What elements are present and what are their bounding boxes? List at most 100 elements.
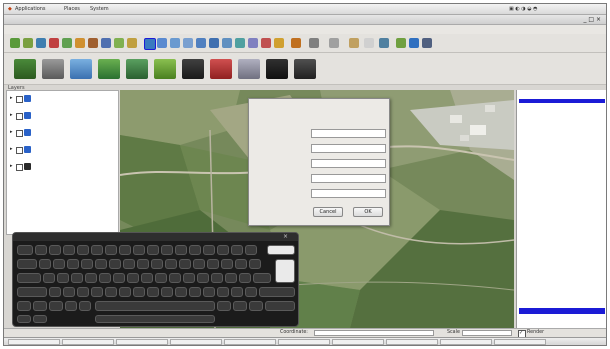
taskbar-item[interactable]: [170, 339, 222, 345]
keyboard-key[interactable]: [231, 287, 243, 297]
tent-icon[interactable]: [182, 59, 204, 79]
keyboard-key[interactable]: [197, 273, 209, 283]
keyboard-key[interactable]: [85, 273, 97, 283]
keyboard-key[interactable]: [147, 287, 159, 297]
camera-icon[interactable]: [266, 59, 288, 79]
map-tips-icon[interactable]: [291, 38, 301, 48]
keyboard-key[interactable]: [43, 273, 55, 283]
new-project-icon[interactable]: [10, 38, 20, 48]
keyboard-key[interactable]: [151, 259, 163, 269]
keyboard-key[interactable]: [233, 301, 247, 311]
team-icon[interactable]: [14, 59, 36, 79]
keyboard-key[interactable]: [147, 245, 159, 255]
text-input[interactable]: [311, 129, 386, 138]
keyboard-key[interactable]: [217, 287, 229, 297]
keyboard-key[interactable]: [57, 273, 69, 283]
taskbar-item[interactable]: [440, 339, 492, 345]
alt-key[interactable]: [49, 301, 63, 311]
keyboard-key[interactable]: [245, 245, 257, 255]
text-input[interactable]: [311, 189, 386, 198]
gps-icon[interactable]: [294, 59, 316, 79]
keyboard-key[interactable]: [161, 245, 173, 255]
coordinate-field[interactable]: [314, 330, 434, 336]
keyboard-key[interactable]: [221, 259, 233, 269]
keyboard-key[interactable]: [17, 245, 33, 255]
keyboard-key[interactable]: [175, 287, 187, 297]
keyboard-key[interactable]: [81, 259, 93, 269]
keyboard-key[interactable]: [249, 259, 261, 269]
zoom-full-icon[interactable]: [183, 38, 193, 48]
zoom-last-icon[interactable]: [222, 38, 232, 48]
system-menu[interactable]: System: [90, 6, 109, 12]
keyboard-key[interactable]: [239, 273, 251, 283]
zoom-out-icon[interactable]: [170, 38, 180, 48]
text-annotation-icon[interactable]: [364, 38, 374, 48]
keyboard-key[interactable]: [99, 273, 111, 283]
applications-menu[interactable]: Applications: [15, 6, 46, 12]
annotation-icon[interactable]: [349, 38, 359, 48]
move-feature-icon[interactable]: [101, 38, 111, 48]
keyboard-key[interactable]: [109, 259, 121, 269]
keyboard-key[interactable]: [105, 287, 117, 297]
keyboard-key[interactable]: [265, 301, 295, 311]
keyboard-key[interactable]: [133, 287, 145, 297]
taskbar-item[interactable]: [494, 339, 546, 345]
shift-key[interactable]: [17, 287, 47, 297]
keyboard-key[interactable]: [155, 273, 167, 283]
caps-lock-key[interactable]: [17, 273, 41, 283]
python-console-icon[interactable]: [409, 38, 419, 48]
keyboard-key[interactable]: [53, 259, 65, 269]
keyboard-key[interactable]: [67, 259, 79, 269]
layer-item[interactable]: ▸: [10, 94, 118, 104]
digitize-icon[interactable]: [75, 38, 85, 48]
plugin-icon[interactable]: [396, 38, 406, 48]
keyboard-key[interactable]: [95, 259, 107, 269]
add-layer-icon[interactable]: [62, 38, 72, 48]
taskbar-item[interactable]: [62, 339, 114, 345]
search-key[interactable]: [17, 301, 31, 311]
layer-item[interactable]: ▸: [10, 111, 118, 121]
delete-feature-icon[interactable]: [114, 38, 124, 48]
expand-icon[interactable]: ▸: [10, 163, 13, 169]
keyboard-key[interactable]: [183, 273, 195, 283]
keyboard-key[interactable]: [225, 273, 237, 283]
keyboard-key[interactable]: [35, 245, 47, 255]
taskbar-item[interactable]: [332, 339, 384, 345]
keyboard-key[interactable]: [79, 301, 91, 311]
selected-row[interactable]: [519, 99, 605, 103]
keyboard-key[interactable]: [127, 273, 139, 283]
backspace-key[interactable]: [267, 245, 295, 255]
edit-form-icon[interactable]: [70, 59, 92, 79]
taskbar-item[interactable]: [116, 339, 168, 345]
keyboard-key[interactable]: [133, 245, 145, 255]
visibility-checkbox[interactable]: [16, 164, 23, 171]
keyboard-key[interactable]: [175, 245, 187, 255]
keyboard-key[interactable]: [71, 273, 83, 283]
keyboard-key[interactable]: [161, 287, 173, 297]
keyboard-key[interactable]: [119, 245, 131, 255]
keyboard-key[interactable]: [165, 259, 177, 269]
camp-alert-icon[interactable]: [210, 59, 232, 79]
keyboard-key[interactable]: [49, 287, 61, 297]
tab-key[interactable]: [17, 259, 37, 269]
window-controls[interactable]: _ □ ×: [583, 16, 601, 23]
pan-map-icon[interactable]: [144, 38, 156, 50]
keyboard-key[interactable]: [203, 245, 215, 255]
keyboard-key[interactable]: [193, 259, 205, 269]
route-icon[interactable]: [126, 59, 148, 79]
keyboard-key[interactable]: [231, 245, 243, 255]
keyboard-key[interactable]: [169, 273, 181, 283]
keyboard-key[interactable]: [217, 301, 231, 311]
help-icon[interactable]: [422, 38, 432, 48]
keyboard-key[interactable]: [217, 245, 229, 255]
settings-icon[interactable]: [309, 38, 319, 48]
keyboard-key[interactable]: [91, 245, 103, 255]
visibility-checkbox[interactable]: [16, 113, 23, 120]
layer-item[interactable]: ▸: [10, 128, 118, 138]
text-input[interactable]: [311, 174, 386, 183]
select-features-icon[interactable]: [261, 38, 271, 48]
taskbar-item[interactable]: [386, 339, 438, 345]
keyboard-key[interactable]: [179, 259, 191, 269]
save-project-icon[interactable]: [36, 38, 46, 48]
keyboard-key[interactable]: [137, 259, 149, 269]
